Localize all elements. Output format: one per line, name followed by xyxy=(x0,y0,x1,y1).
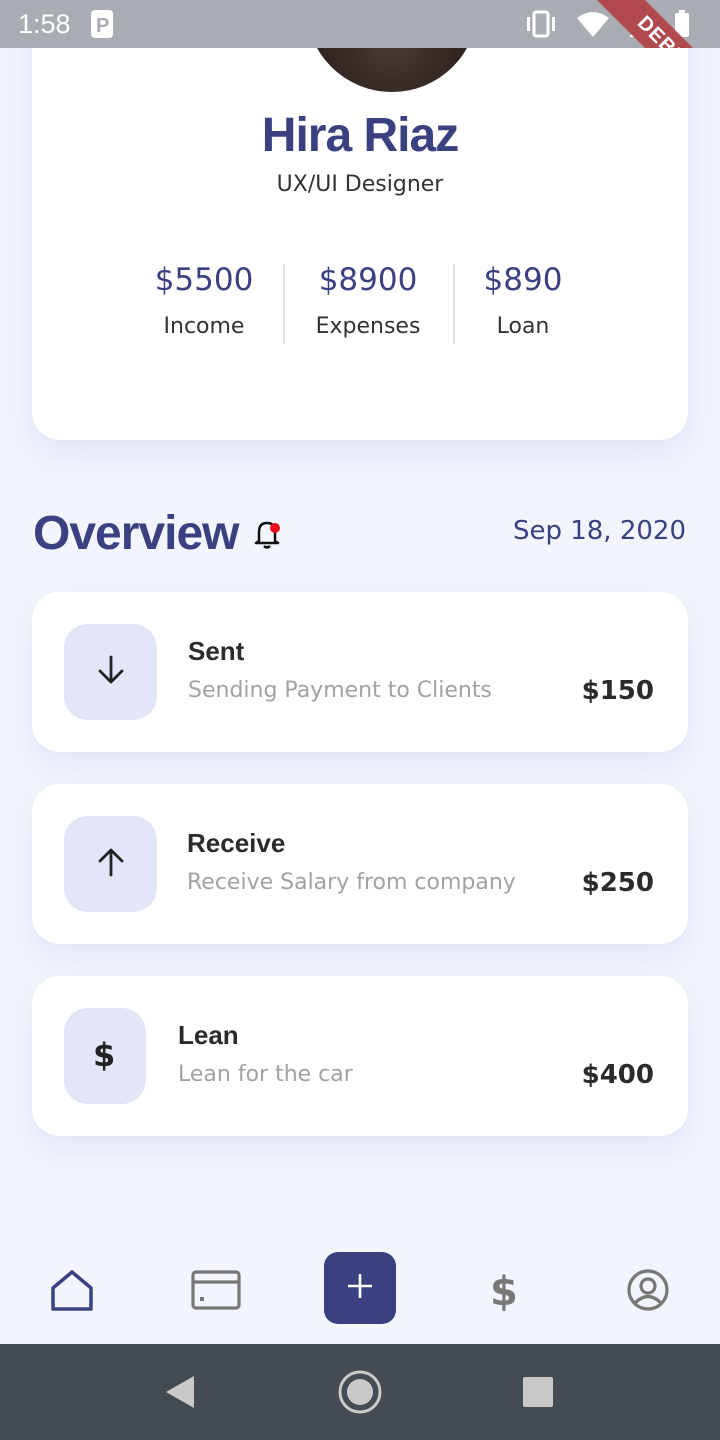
back-icon[interactable] xyxy=(164,1374,196,1414)
stat-value: $8900 xyxy=(318,262,418,298)
tx-subtitle: Receive Salary from company xyxy=(187,870,516,895)
stat-expenses[interactable]: $8900 Expenses xyxy=(304,262,432,339)
recents-icon[interactable] xyxy=(522,1376,554,1412)
stats-row: $5500 Income $8900 Expenses $890 Loan xyxy=(32,262,688,344)
nav-payments[interactable]: $ xyxy=(476,1264,532,1320)
tx-icon-box xyxy=(64,624,157,720)
stat-loan[interactable]: $890 Loan xyxy=(468,262,578,339)
nav-home[interactable] xyxy=(44,1264,100,1320)
add-button[interactable] xyxy=(324,1252,396,1324)
dollar-icon: $ xyxy=(489,1267,519,1317)
overview-date: Sep 18, 2020 xyxy=(512,516,686,546)
add-icon xyxy=(346,1272,374,1304)
stat-value: $890 xyxy=(483,262,563,298)
stat-divider xyxy=(453,264,455,344)
tx-amount: $400 xyxy=(581,1060,654,1090)
overview-title: Overview xyxy=(33,507,239,560)
home-circle-icon[interactable] xyxy=(338,1370,382,1418)
svg-text:P: P xyxy=(96,15,109,37)
status-time: 1:58 xyxy=(18,8,71,39)
transaction-card-lean[interactable]: $ Lean Lean for the car $400 xyxy=(32,976,688,1136)
transaction-card-sent[interactable]: Sent Sending Payment to Clients $150 xyxy=(32,592,688,752)
status-bar: 1:58 P DEBUG xyxy=(0,0,720,48)
tx-amount: $250 xyxy=(581,868,654,898)
arrow-up-icon xyxy=(94,845,128,883)
parking-notification-icon: P xyxy=(90,10,113,38)
tx-subtitle: Lean for the car xyxy=(178,1062,353,1087)
tx-subtitle: Sending Payment to Clients xyxy=(188,678,492,703)
stat-divider xyxy=(283,264,285,344)
tx-amount: $150 xyxy=(581,676,654,706)
arrow-down-icon xyxy=(94,653,128,691)
profile-card: Hira Riaz UX/UI Designer $5500 Income $8… xyxy=(32,0,688,440)
tx-title: Lean xyxy=(178,1020,239,1050)
system-navigation-bar xyxy=(0,1344,720,1440)
svg-text:$: $ xyxy=(490,1269,518,1313)
bottom-navigation: $ xyxy=(0,1244,720,1344)
tx-title: Receive xyxy=(187,828,286,858)
stat-label: Expenses xyxy=(315,314,421,339)
nav-profile[interactable] xyxy=(620,1264,676,1320)
tx-icon-box xyxy=(64,816,157,912)
card-icon xyxy=(190,1269,242,1315)
nav-cards[interactable] xyxy=(188,1264,244,1320)
stat-label: Income xyxy=(163,314,245,339)
svg-text:$: $ xyxy=(93,1036,115,1074)
bell-icon[interactable] xyxy=(250,515,286,551)
wifi-icon xyxy=(576,10,610,45)
home-icon xyxy=(48,1268,96,1316)
stat-income[interactable]: $5500 Income xyxy=(144,262,264,339)
tx-icon-box: $ xyxy=(64,1008,146,1104)
vibrate-icon xyxy=(524,10,558,45)
notification-dot xyxy=(270,523,280,533)
profile-role: UX/UI Designer xyxy=(276,172,444,197)
stat-value: $5500 xyxy=(154,262,254,298)
tx-title: Sent xyxy=(188,636,245,666)
profile-icon xyxy=(626,1268,670,1316)
stat-label: Loan xyxy=(496,314,550,339)
transaction-card-receive[interactable]: Receive Receive Salary from company $250 xyxy=(32,784,688,944)
profile-name: Hira Riaz xyxy=(261,109,459,162)
dollar-icon: $ xyxy=(90,1034,120,1078)
